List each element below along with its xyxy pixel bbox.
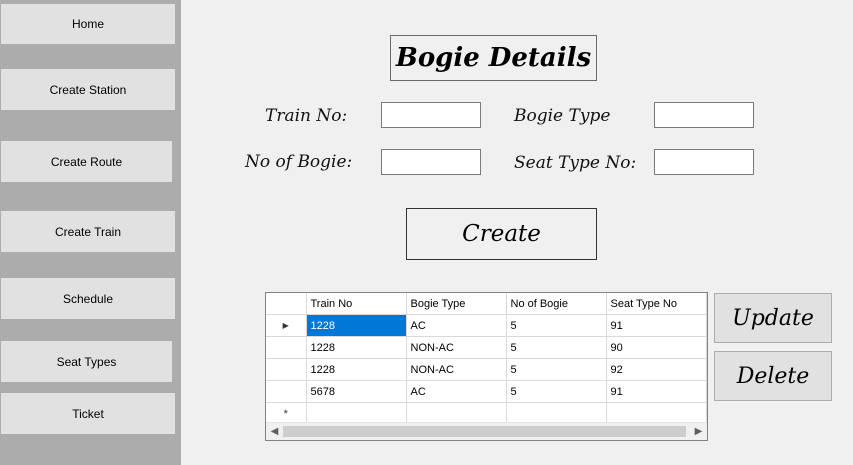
row-header[interactable] (266, 380, 307, 403)
scroll-right-arrow-icon[interactable]: ▶ (690, 423, 707, 440)
create-button[interactable]: Create (406, 208, 597, 260)
grid-cell[interactable]: AC (406, 314, 507, 337)
horizontal-scrollbar[interactable]: ◀ ▶ (266, 422, 707, 440)
no-of-bogie-label: No of Bogie: (245, 152, 353, 172)
sidebar: Home Create Station Create Route Create … (0, 0, 181, 465)
grid-cell[interactable]: 5678 (306, 380, 407, 403)
column-header-bogie-type[interactable]: Bogie Type (406, 293, 507, 315)
scrollbar-thumb[interactable] (283, 426, 686, 437)
train-no-label: Train No: (265, 106, 348, 126)
grid-cell[interactable]: 1228 (306, 358, 407, 381)
nav-create-route-button[interactable]: Create Route (0, 140, 173, 183)
nav-seat-types-button[interactable]: Seat Types (0, 340, 173, 383)
grid-cell[interactable]: 92 (606, 358, 707, 381)
train-no-input[interactable] (381, 102, 481, 128)
nav-create-station-button[interactable]: Create Station (0, 68, 176, 111)
grid-cell[interactable]: 1228 (306, 336, 407, 359)
column-header-seat-type-no[interactable]: Seat Type No (606, 293, 707, 315)
page-title: Bogie Details (390, 35, 597, 81)
grid-cell[interactable]: 5 (506, 314, 607, 337)
no-of-bogie-input[interactable] (381, 149, 481, 175)
grid-corner-cell[interactable] (266, 293, 307, 315)
grid-cell[interactable]: 91 (606, 314, 707, 337)
nav-home-button[interactable]: Home (0, 3, 176, 45)
bogie-data-grid[interactable]: Train No Bogie Type No of Bogie Seat Typ… (265, 292, 708, 441)
bogie-type-input[interactable] (654, 102, 754, 128)
grid-cell[interactable]: 90 (606, 336, 707, 359)
grid-cell[interactable]: 5 (506, 380, 607, 403)
nav-create-train-button[interactable]: Create Train (0, 210, 176, 253)
row-header[interactable] (266, 358, 307, 381)
delete-button[interactable]: Delete (714, 351, 832, 401)
bogie-type-label: Bogie Type (514, 106, 611, 126)
update-button[interactable]: Update (714, 293, 832, 343)
column-header-train-no[interactable]: Train No (306, 293, 407, 315)
table-row[interactable]: 1228 NON-AC 5 90 (266, 336, 707, 359)
grid-header-row: Train No Bogie Type No of Bogie Seat Typ… (266, 293, 707, 315)
current-row-indicator-icon[interactable]: ▶ (266, 314, 307, 337)
grid-cell[interactable]: NON-AC (406, 336, 507, 359)
grid-cell[interactable]: 91 (606, 380, 707, 403)
grid-cell[interactable]: 1228 (306, 314, 407, 337)
column-header-no-of-bogie[interactable]: No of Bogie (506, 293, 607, 315)
row-header[interactable] (266, 336, 307, 359)
seat-type-no-input[interactable] (654, 149, 754, 175)
table-row[interactable]: 5678 AC 5 91 (266, 380, 707, 403)
seat-type-no-label: Seat Type No: (514, 153, 637, 173)
nav-schedule-button[interactable]: Schedule (0, 277, 176, 320)
grid-cell[interactable]: 5 (506, 358, 607, 381)
grid-cell[interactable]: NON-AC (406, 358, 507, 381)
nav-ticket-button[interactable]: Ticket (0, 392, 176, 435)
table-row[interactable]: ▶ 1228 AC 5 91 (266, 314, 707, 337)
grid-cell[interactable]: AC (406, 380, 507, 403)
table-row[interactable]: 1228 NON-AC 5 92 (266, 358, 707, 381)
grid-cell[interactable]: 5 (506, 336, 607, 359)
scroll-left-arrow-icon[interactable]: ◀ (266, 423, 283, 440)
